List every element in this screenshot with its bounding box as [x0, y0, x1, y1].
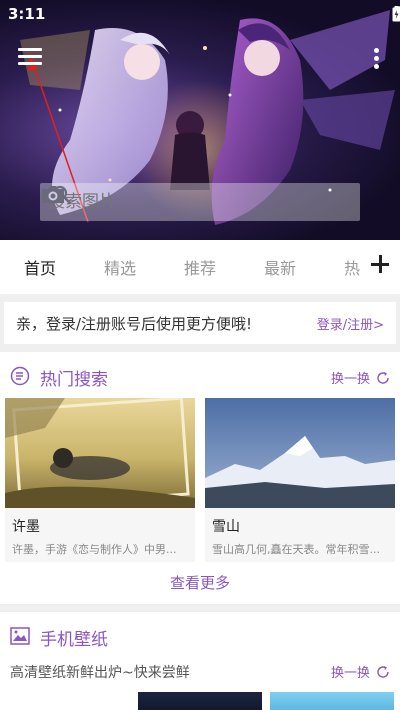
status-time: 3:11: [8, 5, 46, 23]
tab-hot[interactable]: 热: [320, 255, 362, 279]
refresh-icon: [377, 665, 389, 678]
hot-search-item-desc: 雪山高几何,矗在天表。常年积雪...: [212, 543, 380, 556]
category-tabs: 首页 精选 推荐 最新 热: [0, 240, 400, 294]
tab-home[interactable]: 首页: [0, 255, 80, 279]
hot-search-item[interactable]: 雪山 雪山高几何,矗在天表。常年积雪...: [205, 398, 395, 562]
camera-icon[interactable]: [40, 183, 66, 205]
menu-icon[interactable]: [18, 48, 42, 68]
status-bar: 3:11: [0, 0, 400, 28]
wallpaper-thumb[interactable]: [270, 692, 394, 710]
search-input[interactable]: [48, 192, 360, 212]
login-prompt-bar[interactable]: 亲，登录/注册账号后使用更方便哦! 登录/注册>: [4, 302, 396, 344]
wallpaper-thumbnails: [138, 692, 394, 710]
app-screen: 3:11 搜索图片 首页 精选 推荐 最新 热 亲，登录/注册账号后使用更方便哦…: [0, 0, 400, 710]
hot-search-item-name: 许墨: [12, 519, 40, 535]
hot-search-grid: 许墨 许墨，手游《恋与制作人》中男... 雪山 雪山高几何,矗在天表。常年积雪.…: [5, 398, 395, 562]
view-more-button[interactable]: 查看更多: [0, 572, 400, 593]
login-register-link[interactable]: 登录/注册>: [317, 314, 384, 333]
tab-featured[interactable]: 精选: [80, 255, 160, 279]
swap-label: 换一换: [330, 666, 370, 681]
hot-search-swap-button[interactable]: 换一换: [331, 368, 390, 387]
image-icon: [10, 627, 30, 645]
hot-search-item-name: 雪山: [212, 519, 240, 535]
wallpaper-thumb[interactable]: [138, 692, 262, 710]
hot-search-item-desc: 许墨，手游《恋与制作人》中男...: [12, 543, 177, 556]
tab-recommended[interactable]: 推荐: [160, 255, 240, 279]
add-tab-icon[interactable]: [370, 254, 390, 274]
wallpaper-section: 手机壁纸 高清壁纸新鲜出炉~快来尝鲜 换一换: [0, 612, 400, 710]
wallpaper-header: 手机壁纸: [0, 612, 400, 658]
search-bar[interactable]: [40, 183, 360, 221]
hot-search-image: [5, 398, 195, 508]
hot-search-section: 热门搜索 换一换 许墨 许墨，手游《恋与制作人》中男... 雪山 雪山高几何,矗…: [0, 352, 400, 604]
tab-latest[interactable]: 最新: [240, 255, 320, 279]
more-options-icon[interactable]: [372, 48, 380, 70]
hot-search-image: [205, 398, 395, 508]
login-prompt-text: 亲，登录/注册账号后使用更方便哦!: [16, 314, 253, 333]
wallpaper-subtitle: 高清壁纸新鲜出炉~快来尝鲜: [10, 665, 190, 681]
refresh-icon: [377, 371, 389, 384]
wallpaper-swap-button[interactable]: 换一换: [331, 662, 390, 681]
hot-search-header: 热门搜索 换一换: [0, 352, 400, 398]
hot-search-item[interactable]: 许墨 许墨，手游《恋与制作人》中男...: [5, 398, 195, 562]
hot-search-icon: [10, 366, 30, 386]
hot-search-title: 热门搜索: [40, 370, 108, 390]
swap-label: 换一换: [330, 372, 370, 387]
wallpaper-title: 手机壁纸: [40, 630, 108, 650]
hero-banner[interactable]: 3:11: [0, 0, 400, 240]
battery-charging-icon: [392, 6, 400, 22]
